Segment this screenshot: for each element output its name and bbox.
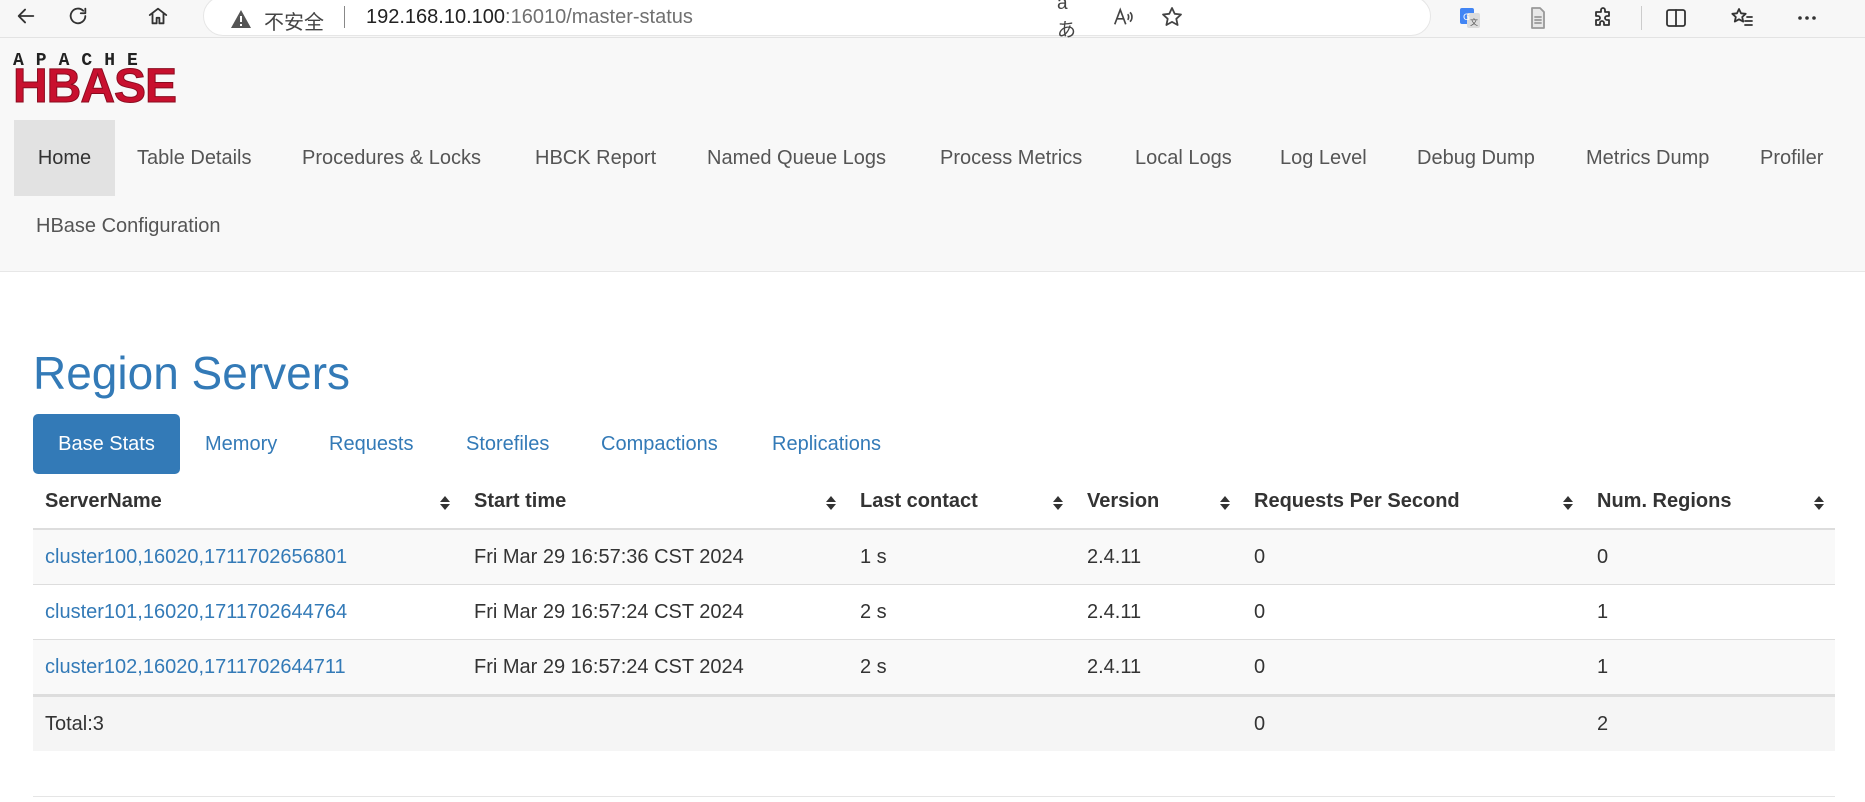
total-requests-cell: 0 — [1254, 713, 1266, 735]
home-icon[interactable] — [138, 0, 178, 32]
document-extension-icon[interactable] — [1522, 2, 1554, 34]
nav-metrics-dump[interactable]: Metrics Dump — [1586, 120, 1709, 196]
table-row: cluster101,16020,1711702644764 Fri Mar 2… — [33, 585, 1835, 640]
start-time-cell: Fri Mar 29 16:57:24 CST 2024 — [474, 656, 744, 678]
split-screen-icon[interactable] — [1660, 2, 1692, 34]
total-regions-cell: 2 — [1597, 713, 1609, 735]
sort-icon[interactable] — [1219, 494, 1231, 512]
refresh-icon[interactable] — [58, 0, 98, 32]
tab-storefiles[interactable]: Storefiles — [466, 414, 549, 474]
column-header-num-regions[interactable]: Num. Regions — [1597, 490, 1731, 513]
translate-icon[interactable]: aあ — [1057, 0, 1085, 41]
requests-per-second-cell: 0 — [1254, 656, 1266, 678]
requests-per-second-cell: 0 — [1254, 601, 1266, 623]
start-time-cell: Fri Mar 29 16:57:36 CST 2024 — [474, 546, 744, 568]
requests-per-second-cell: 0 — [1254, 546, 1266, 568]
warning-icon[interactable] — [230, 9, 252, 29]
version-cell: 2.4.11 — [1087, 656, 1142, 678]
back-icon[interactable] — [6, 0, 46, 32]
svg-text:文: 文 — [1470, 17, 1478, 27]
svg-text:G: G — [1463, 13, 1470, 23]
tab-requests[interactable]: Requests — [329, 414, 414, 474]
nav-named-queue-logs[interactable]: Named Queue Logs — [707, 120, 886, 196]
column-header-requests-per-second[interactable]: Requests Per Second — [1254, 490, 1460, 513]
favorite-star-icon[interactable] — [1158, 3, 1186, 31]
last-contact-cell: 2 s — [860, 656, 887, 678]
last-contact-cell: 1 s — [860, 546, 887, 568]
nav-debug-dump[interactable]: Debug Dump — [1417, 120, 1535, 196]
tab-base-stats[interactable]: Base Stats — [33, 414, 180, 474]
toolbar-divider — [1641, 6, 1642, 30]
num-regions-cell: 1 — [1597, 601, 1609, 623]
nav-home[interactable]: Home — [14, 120, 115, 196]
hbase-navbar: APACHE HBASE Home Table Details Procedur… — [0, 38, 1865, 272]
server-name-link[interactable]: cluster100,16020,1711702656801 — [45, 546, 347, 569]
google-translate-extension-icon[interactable]: G 文 — [1454, 2, 1486, 34]
nav-process-metrics[interactable]: Process Metrics — [940, 120, 1082, 196]
extensions-puzzle-icon[interactable] — [1588, 2, 1620, 34]
total-label: Total:3 — [45, 713, 104, 735]
sort-icon[interactable] — [439, 494, 451, 512]
version-cell: 2.4.11 — [1087, 601, 1142, 623]
section-divider — [33, 796, 1835, 797]
security-label[interactable]: 不安全 — [264, 6, 324, 35]
sort-icon[interactable] — [1813, 494, 1825, 512]
column-header-version[interactable]: Version — [1087, 490, 1159, 513]
table-row: cluster100,16020,1711702656801 Fri Mar 2… — [33, 530, 1835, 585]
column-header-last-contact[interactable]: Last contact — [860, 490, 978, 513]
nav-hbase-configuration[interactable]: HBase Configuration — [36, 196, 221, 256]
tab-compactions[interactable]: Compactions — [601, 414, 718, 474]
page-title: Region Servers — [33, 347, 351, 399]
table-header: ServerName Start time Last contact Versi… — [33, 474, 1835, 530]
nav-procedures-locks[interactable]: Procedures & Locks — [302, 120, 481, 196]
logo-hbase-text: HBASE — [13, 60, 178, 113]
sort-icon[interactable] — [1052, 494, 1064, 512]
start-time-cell: Fri Mar 29 16:57:24 CST 2024 — [474, 601, 744, 623]
num-regions-cell: 0 — [1597, 546, 1609, 568]
sort-icon[interactable] — [1562, 494, 1574, 512]
nav-hbck-report[interactable]: HBCK Report — [535, 120, 656, 196]
url-divider — [344, 6, 345, 28]
version-cell: 2.4.11 — [1087, 546, 1142, 568]
browser-toolbar: 不安全 192.168.10.100:16010/master-status a… — [0, 0, 1865, 41]
address-bar[interactable]: 不安全 192.168.10.100:16010/master-status a… — [203, 0, 1431, 41]
server-name-link[interactable]: cluster102,16020,1711702644711 — [45, 656, 346, 679]
num-regions-cell: 1 — [1597, 656, 1609, 678]
url-text[interactable]: 192.168.10.100:16010/master-status — [366, 6, 693, 29]
nav-table-details[interactable]: Table Details — [137, 120, 252, 196]
sort-icon[interactable] — [825, 494, 837, 512]
table-row: cluster102,16020,1711702644711 Fri Mar 2… — [33, 640, 1835, 695]
nav-log-level[interactable]: Log Level — [1280, 120, 1367, 196]
column-header-start-time[interactable]: Start time — [474, 490, 566, 513]
server-name-link[interactable]: cluster101,16020,1711702644764 — [45, 601, 347, 624]
last-contact-cell: 2 s — [860, 601, 887, 623]
nav-profiler[interactable]: Profiler — [1760, 120, 1823, 196]
tab-replications[interactable]: Replications — [772, 414, 881, 474]
favorites-list-icon[interactable] — [1726, 2, 1758, 34]
more-menu-icon[interactable] — [1791, 2, 1823, 34]
read-aloud-icon[interactable] — [1109, 3, 1137, 31]
column-header-servername[interactable]: ServerName — [45, 490, 162, 513]
hbase-logo[interactable]: APACHE HBASE — [13, 52, 217, 113]
table-total-row: Total:3 0 2 — [33, 695, 1835, 751]
nav-local-logs[interactable]: Local Logs — [1135, 120, 1232, 196]
tab-memory[interactable]: Memory — [205, 414, 277, 474]
